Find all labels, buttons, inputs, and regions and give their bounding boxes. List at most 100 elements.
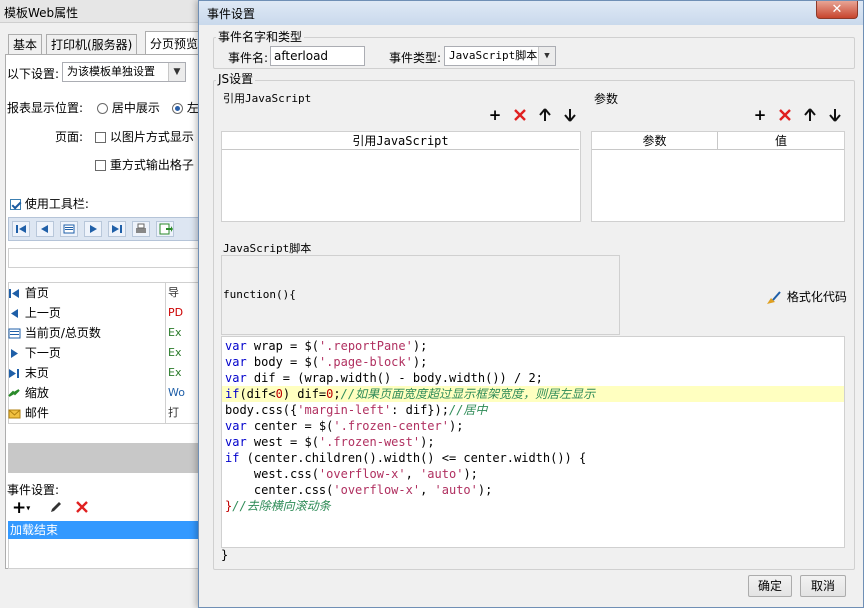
background-titlebar: 模板Web属性 (0, 0, 208, 23)
list-item-right[interactable]: Wo (168, 383, 185, 403)
list-item-right[interactable]: 导 (168, 283, 179, 303)
event-name-label: 事件名: (228, 51, 269, 65)
list-item-right[interactable]: Ex (168, 363, 181, 383)
code-line: }//去除横向滚动条 (225, 499, 331, 513)
js-script-label: JavaScript脚本 (223, 242, 312, 255)
prev-page-icon (11, 309, 18, 318)
output-grid-checkbox[interactable]: 重方式输出格子 (95, 156, 194, 173)
list-item-right[interactable]: Ex (168, 323, 181, 343)
list-item[interactable]: 首页 (8, 283, 49, 303)
delete-param-icon[interactable] (777, 107, 793, 123)
list-item[interactable]: 上一页 (8, 303, 61, 323)
position-center-label: 居中展示 (111, 101, 160, 115)
function-header: function(){ (223, 288, 296, 301)
ok-button[interactable]: 确定 (748, 575, 792, 597)
code-editor[interactable]: var wrap = $('.reportPane'); var body = … (221, 336, 845, 548)
code-line: body.css({'margin-left': dif});//居中 (225, 403, 488, 417)
name-type-group-label: 事件名字和类型 (216, 30, 305, 44)
prev-page-icon[interactable] (36, 221, 54, 237)
settings-select[interactable]: 为该模板单独设置 ▼ (62, 62, 186, 82)
page-count-icon (8, 328, 21, 339)
list-item-right[interactable]: PD (168, 303, 183, 323)
list-item[interactable]: 邮件 (8, 403, 49, 423)
next-page-icon (11, 349, 18, 358)
zoom-icon (8, 389, 20, 397)
ref-js-table[interactable]: 引用JavaScript (221, 131, 581, 222)
edit-event-icon[interactable] (48, 499, 64, 518)
dialog-titlebar: 事件设置 ✕ (199, 1, 863, 25)
params-table[interactable]: 参数 值 (591, 131, 845, 222)
cancel-button[interactable]: 取消 (800, 575, 846, 597)
chevron-down-icon: ▼ (538, 47, 555, 65)
code-line: var west = $('.frozen-west'); (225, 435, 435, 449)
radio-icon (97, 103, 108, 114)
radio-selected-icon (172, 103, 183, 114)
param-move-down-icon[interactable] (827, 107, 843, 123)
gray-panel (8, 443, 200, 473)
broom-icon (767, 290, 781, 304)
as-image-label: 以图片方式显示 (109, 130, 194, 144)
checkbox-icon (95, 160, 106, 171)
mail-icon (8, 409, 21, 419)
format-code-label: 格式化代码 (786, 290, 847, 304)
code-line: if(dif<0) dif=0;//如果页面宽度超过显示框架宽度，则居左显示 (225, 387, 596, 401)
position-left-radio[interactable]: 左 (172, 99, 199, 116)
checkbox-icon (95, 132, 106, 143)
event-name-input[interactable]: afterload (270, 46, 365, 66)
add-event-icon[interactable]: +▾ (12, 498, 30, 518)
position-center-radio[interactable]: 居中展示 (97, 99, 160, 116)
event-settings-label: 事件设置: (7, 483, 60, 497)
use-toolbar-checkbox[interactable]: 使用工具栏: (10, 195, 89, 212)
dialog-title: 事件设置 (207, 7, 256, 21)
move-down-icon[interactable] (562, 107, 578, 123)
code-line: var body = $('.page-block'); (225, 355, 428, 369)
toolbar-input-strip (8, 248, 200, 268)
print-icon[interactable] (132, 221, 150, 237)
add-param-icon[interactable]: + (752, 107, 768, 123)
last-page-icon[interactable] (108, 221, 126, 237)
list-item[interactable]: 当前页/总页数 (8, 323, 101, 343)
code-line: var center = $('.frozen-center'); (225, 419, 464, 433)
list-item[interactable]: 下一页 (8, 343, 61, 363)
code-line: center.css('overflow-x', 'auto'); (225, 483, 493, 497)
delete-ref-js-icon[interactable] (512, 107, 528, 123)
first-page-icon[interactable] (12, 221, 30, 237)
as-image-checkbox[interactable]: 以图片方式显示 (95, 128, 194, 145)
add-ref-js-icon[interactable]: + (487, 107, 503, 123)
list-divider (165, 282, 166, 424)
output-grid-label: 重方式输出格子 (109, 158, 194, 172)
first-page-icon (9, 289, 19, 298)
report-position-label: 报表显示位置: (7, 101, 84, 115)
value-column-header: 值 (718, 132, 844, 150)
next-page-icon[interactable] (84, 221, 102, 237)
code-line: var wrap = $('.reportPane'); (225, 339, 428, 353)
tab-page-preview[interactable]: 分页预览 (145, 31, 203, 55)
event-type-select[interactable]: JavaScript脚本 ▼ (444, 46, 556, 66)
ref-js-column-header: 引用JavaScript (222, 132, 579, 150)
use-toolbar-label: 使用工具栏: (24, 197, 89, 211)
export-icon[interactable] (156, 221, 174, 237)
function-closing-brace: } (221, 548, 229, 562)
close-button[interactable]: ✕ (816, 1, 858, 19)
event-type-label: 事件类型: (389, 51, 442, 65)
code-line: west.css('overflow-x', 'auto'); (225, 467, 478, 481)
format-code-button[interactable]: 格式化代码 (765, 288, 847, 306)
param-move-up-icon[interactable] (802, 107, 818, 123)
move-up-icon[interactable] (537, 107, 553, 123)
delete-event-icon[interactable] (74, 499, 90, 518)
tab-printer-server[interactable]: 打印机(服务器) (46, 34, 138, 54)
event-list-item-selected[interactable]: 加载结束 (8, 521, 200, 539)
tab-basic[interactable]: 基本 (8, 34, 43, 54)
event-type-value: JavaScript脚本 (449, 49, 538, 62)
page-count-icon[interactable] (60, 221, 78, 237)
last-page-icon (9, 369, 19, 378)
list-item-right[interactable]: 打 (168, 403, 179, 423)
background-window-title: 模板Web属性 (4, 6, 79, 20)
list-item[interactable]: 末页 (8, 363, 49, 383)
page-label: 页面: (55, 130, 84, 144)
checkbox-checked-icon (10, 199, 21, 210)
chevron-down-icon: ▼ (168, 63, 185, 81)
js-settings-group-label: JS设置 (216, 72, 256, 86)
list-item-right[interactable]: Ex (168, 343, 181, 363)
list-item[interactable]: 缩放 (8, 383, 49, 403)
